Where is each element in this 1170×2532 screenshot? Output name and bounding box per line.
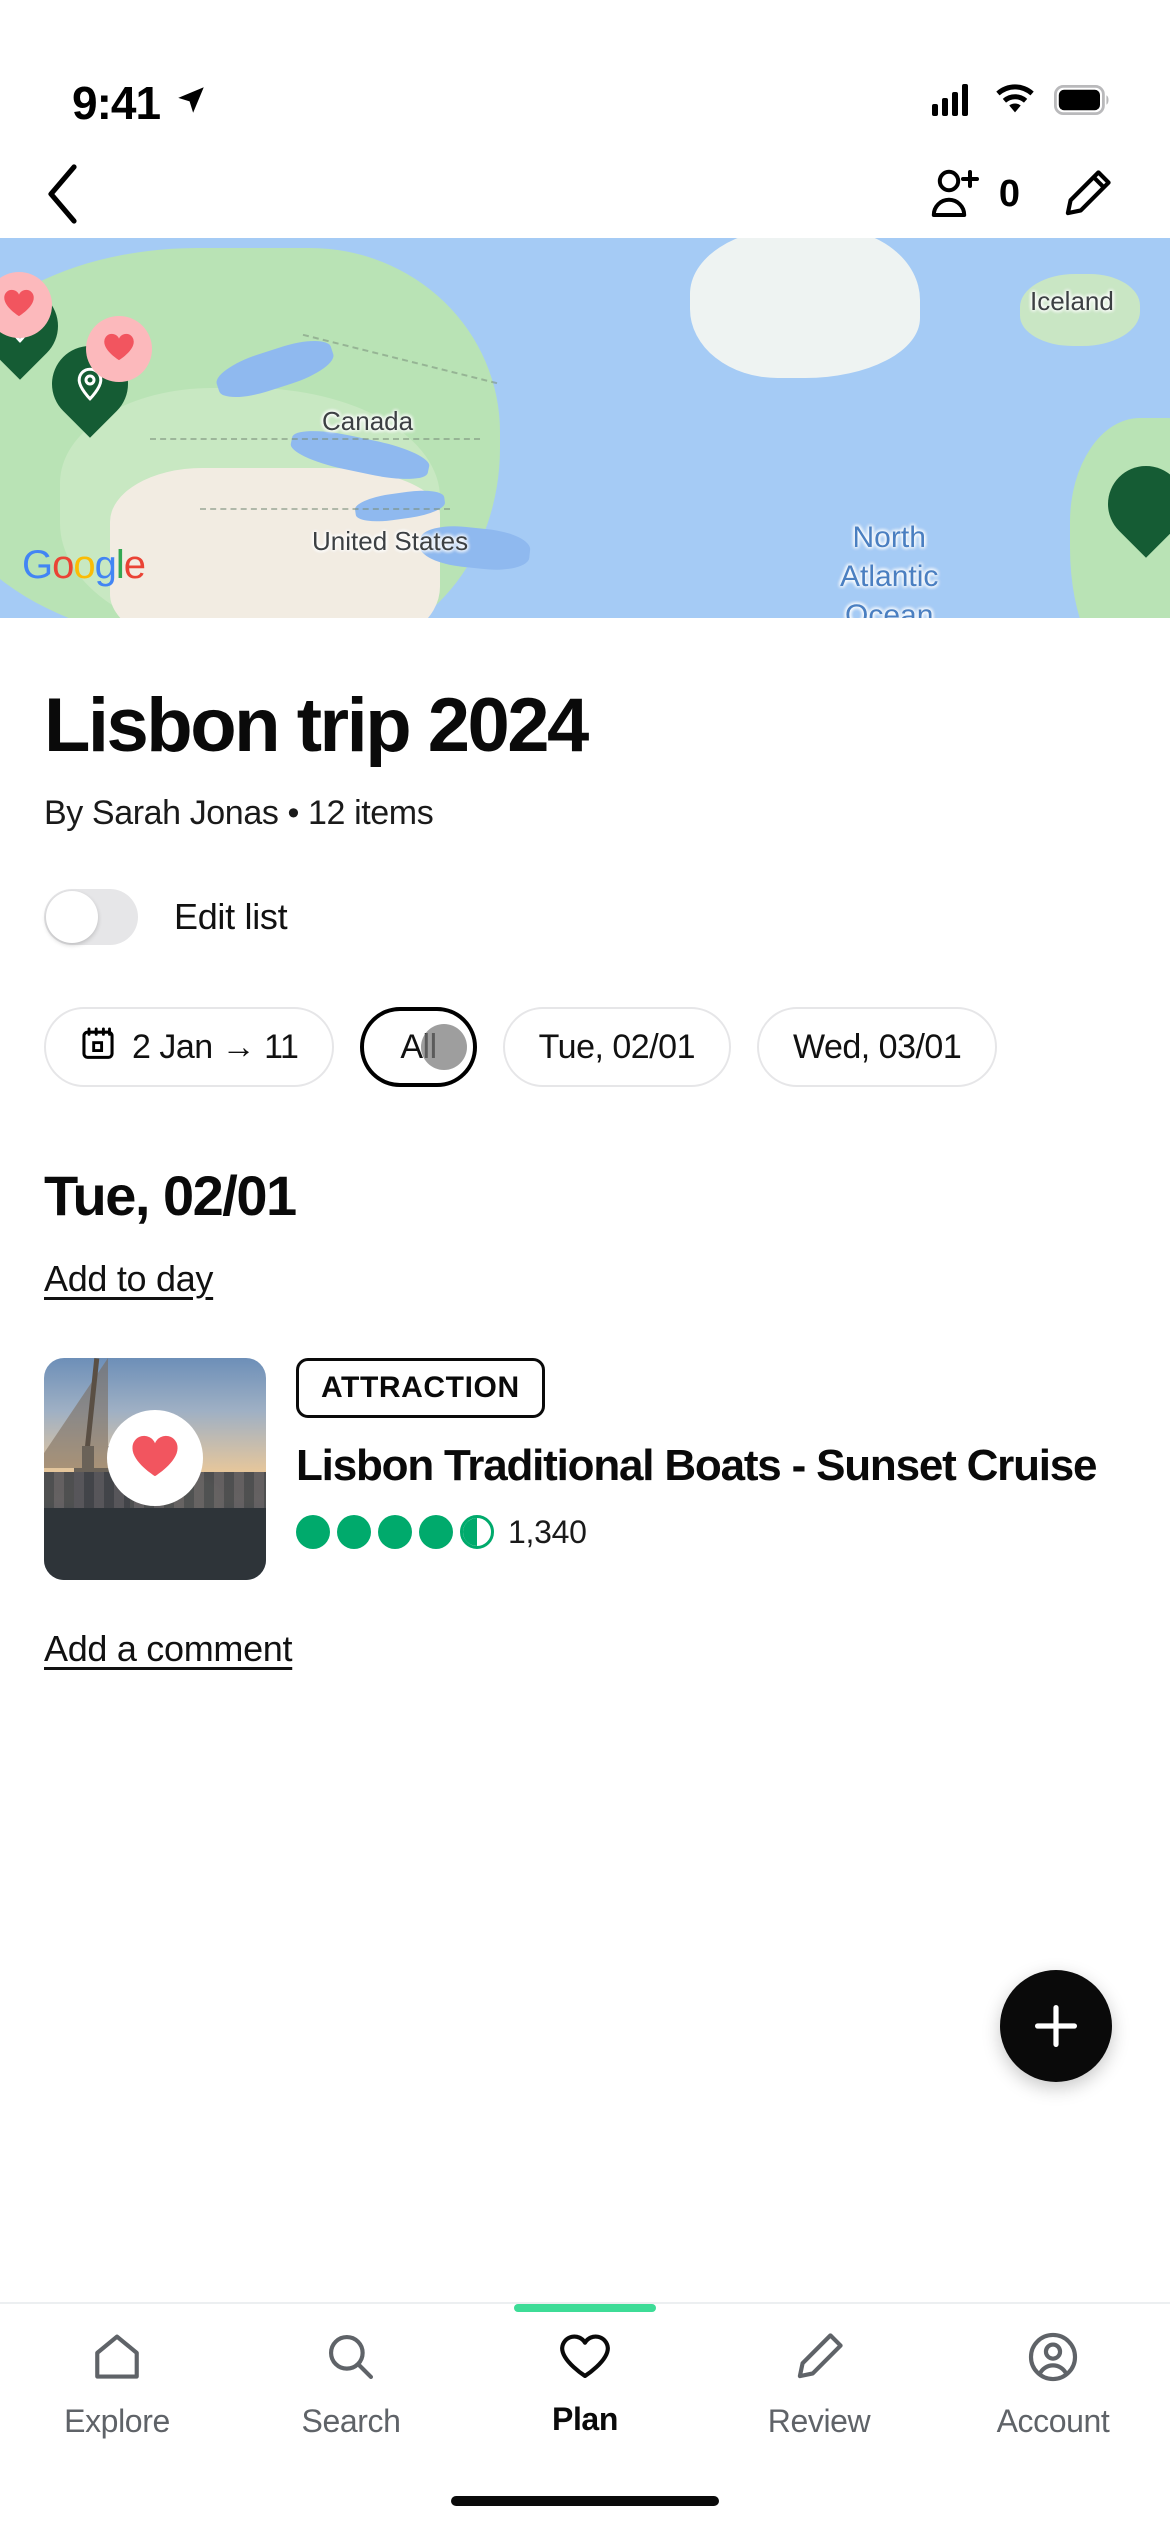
favorite-badge-2[interactable]: [86, 316, 152, 382]
status-bar-left: 9:41: [72, 76, 208, 130]
ocean-label-line: North: [852, 521, 926, 554]
cellular-signal-icon: [932, 84, 976, 121]
tab-label-explore: Explore: [64, 2403, 170, 2439]
map-label-united-states: United States: [312, 526, 469, 556]
location-arrow-icon: [174, 83, 208, 122]
pencil-icon: [1065, 170, 1111, 216]
item-details: ATTRACTION Lisbon Traditional Boats - Su…: [296, 1358, 1126, 1580]
add-item-fab[interactable]: [1000, 1970, 1112, 2082]
chip-wed-0301[interactable]: Wed, 03/01: [756, 1007, 998, 1087]
map-label-canada: Canada: [322, 406, 414, 436]
rating-bubble-half: [460, 1515, 494, 1550]
add-comment-link[interactable]: Add a comment: [44, 1628, 293, 1670]
rating-count: 1,340: [508, 1513, 587, 1550]
sidebar-item-review[interactable]: Review: [702, 2330, 936, 2472]
chip-tue-0201[interactable]: Tue, 02/01: [502, 1007, 731, 1087]
chip-all[interactable]: All: [360, 1007, 477, 1087]
chip-date-range-label: 2 Jan → 11: [132, 1027, 299, 1066]
edit-list-toggle[interactable]: [44, 889, 138, 945]
rating-bubbles: [296, 1515, 494, 1550]
google-letter: o: [52, 543, 74, 587]
google-letter: e: [123, 543, 146, 587]
rating-bubble: [296, 1515, 330, 1550]
toggle-knob: [46, 891, 98, 943]
wifi-icon: [994, 84, 1036, 121]
invite-button[interactable]: 0: [927, 166, 1020, 222]
item-thumbnail[interactable]: [44, 1358, 266, 1580]
tab-label-account: Account: [996, 2403, 1110, 2439]
status-bar-right: [932, 84, 1110, 121]
trip-map[interactable]: Iceland Canada United States North Atlan…: [0, 238, 1170, 618]
category-badge: ATTRACTION: [296, 1358, 545, 1418]
ocean-label-line: Atlantic: [840, 560, 939, 593]
map-label-iceland: Iceland: [1030, 286, 1114, 316]
back-button[interactable]: [44, 163, 84, 225]
sidebar-item-search[interactable]: Search: [234, 2330, 468, 2472]
add-to-day-link[interactable]: Add to day: [44, 1258, 213, 1300]
plus-icon: [1034, 2004, 1078, 2048]
google-attribution: Google: [22, 543, 146, 588]
bottom-navigation: Explore Search Plan Review Account: [0, 2302, 1170, 2532]
chip-wed-0301-label: Wed, 03/01: [792, 1027, 962, 1066]
account-circle-icon: [1026, 2330, 1080, 2389]
top-navigation-bar: 0: [0, 150, 1170, 238]
google-letter: g: [94, 543, 117, 587]
chip-date-range[interactable]: 2 Jan → 11: [44, 1007, 335, 1087]
tab-label-plan: Plan: [552, 2401, 618, 2437]
date-filter-chips[interactable]: 2 Jan → 11 All Tue, 02/01 Wed, 03/01: [44, 1001, 1126, 1093]
active-tab-indicator: [514, 2304, 656, 2312]
page-title: Lisbon trip 2024: [44, 683, 589, 768]
list-item[interactable]: ATTRACTION Lisbon Traditional Boats - Su…: [44, 1358, 1126, 1580]
status-time: 9:41: [72, 76, 161, 129]
google-letter: G: [22, 543, 53, 587]
map-border-line: [150, 438, 480, 440]
invite-count: 0: [998, 172, 1020, 215]
calendar-icon: [80, 1025, 116, 1070]
ocean-label-line: Ocean: [845, 599, 934, 618]
rating-row: 1,340: [296, 1514, 1126, 1551]
heart-icon: [2, 286, 36, 325]
bottom-nav-tabs: Explore Search Plan Review Account: [0, 2304, 1170, 2472]
chip-tue-0201-label: Tue, 02/01: [538, 1027, 696, 1066]
battery-full-icon: [1053, 84, 1110, 120]
home-indicator: [451, 2496, 719, 2506]
item-title[interactable]: Lisbon Traditional Boats - Sunset Cruise: [296, 1440, 1126, 1492]
rating-bubble: [419, 1515, 453, 1550]
chevron-left-icon: [48, 164, 77, 224]
heart-icon: [102, 330, 136, 369]
touch-cursor-indicator: [420, 1024, 467, 1070]
tab-label-review: Review: [767, 2403, 871, 2439]
nav-actions: 0: [927, 166, 1114, 222]
day-heading: Tue, 02/01: [44, 1164, 297, 1227]
heart-icon: [558, 2330, 612, 2387]
edit-list-row: Edit list: [44, 889, 1126, 945]
map-border-line: [200, 508, 450, 510]
rating-bubble: [378, 1515, 412, 1550]
google-letter: o: [73, 543, 95, 587]
heart-icon: [129, 1431, 181, 1486]
tab-label-search: Search: [301, 2403, 401, 2439]
map-pin-right-edge[interactable]: [1092, 450, 1170, 558]
status-bar: 9:41: [0, 0, 1170, 150]
rating-bubble: [337, 1515, 371, 1550]
list-content: Lisbon trip 2024 By Sarah Jonas • 12 ite…: [0, 688, 1170, 1670]
search-icon: [324, 2330, 378, 2389]
google-letter: l: [115, 543, 125, 587]
thumb-sail-shape: [44, 1358, 108, 1468]
home-icon: [90, 2330, 144, 2389]
list-byline: By Sarah Jonas • 12 items: [44, 794, 434, 832]
sidebar-item-account[interactable]: Account: [936, 2330, 1170, 2472]
sidebar-item-plan[interactable]: Plan: [468, 2304, 702, 2472]
map-label-north-atlantic-ocean: North Atlantic Ocean: [840, 518, 938, 618]
pencil-icon: [792, 2330, 846, 2389]
sidebar-item-explore[interactable]: Explore: [0, 2330, 234, 2472]
favorite-button[interactable]: [107, 1410, 203, 1506]
map-landmass-greenland: [690, 238, 920, 378]
person-add-icon: [931, 169, 979, 217]
edit-list-button[interactable]: [1060, 167, 1114, 221]
thumb-deck-shape: [44, 1508, 266, 1580]
edit-list-label: Edit list: [174, 896, 288, 937]
